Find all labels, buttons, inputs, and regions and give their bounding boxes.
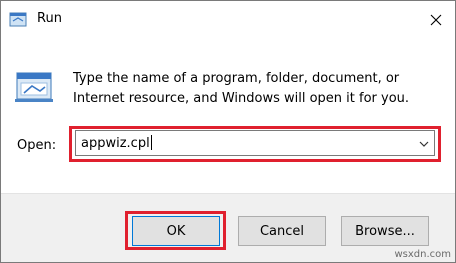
- title-bar[interactable]: Run: [1, 1, 455, 39]
- run-dialog: Run Type the name of a program, folder, …: [0, 0, 456, 263]
- dialog-content: Type the name of a program, folder, docu…: [1, 39, 455, 193]
- cancel-button[interactable]: Cancel: [238, 216, 326, 246]
- browse-button[interactable]: Browse...: [341, 216, 429, 246]
- watermark: wsxdn.com: [394, 249, 451, 260]
- run-app-icon: [9, 12, 27, 27]
- run-program-icon: [15, 71, 53, 103]
- window-title: Run: [37, 11, 62, 26]
- open-input[interactable]: appwiz.cpl: [81, 135, 152, 151]
- open-combobox[interactable]: appwiz.cpl: [75, 130, 435, 156]
- ok-button[interactable]: OK: [132, 216, 220, 246]
- chevron-down-icon[interactable]: [417, 136, 431, 150]
- close-button[interactable]: [421, 5, 451, 35]
- open-label: Open:: [17, 138, 57, 153]
- button-bar: OK Cancel Browse... wsxdn.com: [1, 193, 455, 262]
- close-icon: [430, 11, 442, 30]
- instruction-text: Type the name of a program, folder, docu…: [73, 71, 410, 106]
